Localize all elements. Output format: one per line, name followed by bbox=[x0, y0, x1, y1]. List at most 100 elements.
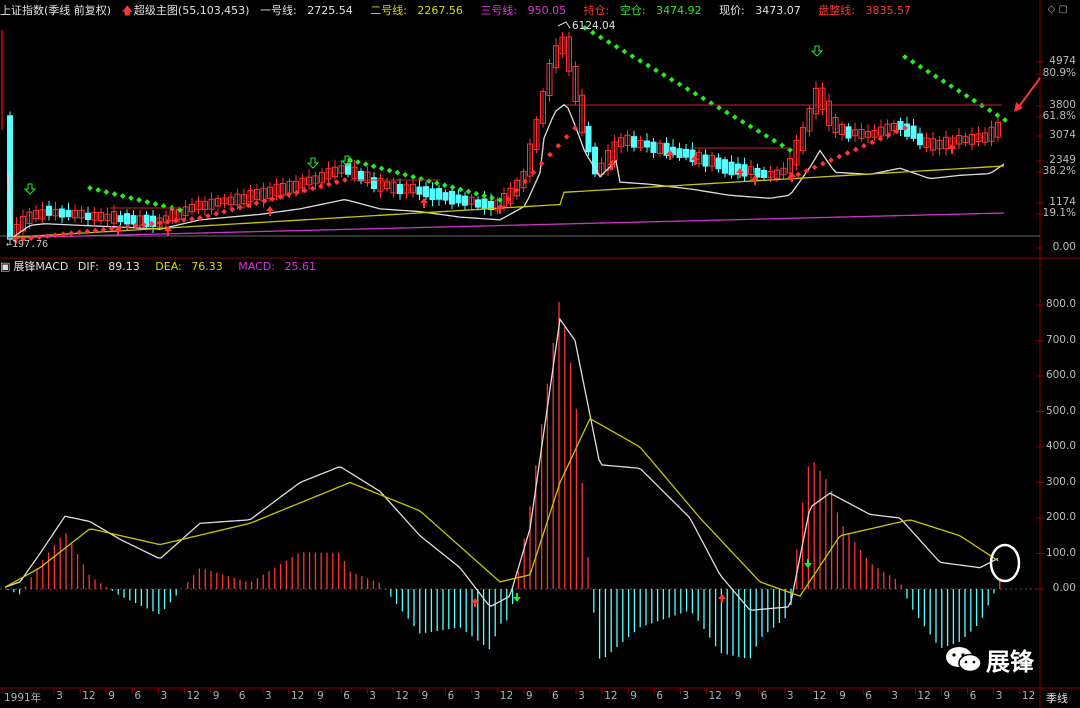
resistance-dot bbox=[779, 142, 785, 149]
candle-body bbox=[130, 215, 137, 225]
macd-y-tick: 500.0 bbox=[1045, 404, 1076, 417]
macd-y-tick: 100.0 bbox=[1045, 546, 1076, 559]
resistance-dot bbox=[144, 199, 151, 205]
low-value: 197.76 bbox=[12, 239, 49, 250]
candle-body bbox=[462, 195, 468, 206]
golden-cross-icon bbox=[513, 593, 521, 602]
x-axis-label: 12 bbox=[499, 690, 514, 702]
resistance-dot bbox=[986, 107, 993, 114]
resistance-dot bbox=[724, 109, 730, 116]
x-axis-label: 12 bbox=[291, 690, 305, 702]
support-dot bbox=[828, 157, 834, 163]
resistance-dot bbox=[426, 178, 432, 184]
resistance-dot bbox=[410, 174, 416, 180]
resistance-dot bbox=[394, 169, 401, 176]
highlight-circle bbox=[989, 543, 1021, 583]
wechat-icon bbox=[946, 647, 982, 673]
resistance-dot bbox=[489, 195, 495, 201]
resistance-dot bbox=[771, 137, 778, 144]
resistance-dot bbox=[763, 133, 770, 139]
macd-header: ▣ 展锋MACD DIF: 89.13 DEA: 76.33 MACD: 25.6… bbox=[0, 259, 1040, 275]
support-dot bbox=[538, 160, 545, 167]
sell-arrow-icon bbox=[810, 45, 824, 57]
x-axis-label: 3 bbox=[891, 690, 898, 702]
candle-body bbox=[741, 164, 748, 177]
candle-body bbox=[59, 208, 65, 218]
candle-body bbox=[481, 198, 488, 209]
macd-y-tick: 300.0 bbox=[1045, 475, 1076, 488]
support-dot bbox=[309, 185, 316, 192]
resistance-dot bbox=[473, 190, 480, 197]
support-dot bbox=[555, 142, 562, 149]
chart-canvas[interactable] bbox=[0, 0, 1080, 708]
resistance-dot bbox=[925, 68, 931, 75]
period-label[interactable]: 季线 bbox=[1046, 690, 1068, 706]
candle-body bbox=[761, 169, 767, 178]
candle-body bbox=[585, 125, 592, 153]
resistance-dot bbox=[402, 171, 409, 178]
support-dot bbox=[221, 208, 227, 215]
resistance-dot bbox=[645, 62, 651, 69]
dea-value: 76.33 bbox=[191, 260, 223, 273]
resistance-dot bbox=[481, 192, 488, 199]
x-axis-label: 6 bbox=[865, 690, 872, 702]
resistance-dot bbox=[386, 167, 393, 174]
candle-body bbox=[475, 199, 481, 208]
support-dot bbox=[68, 230, 75, 237]
candle-body bbox=[436, 188, 442, 200]
death-cross-icon bbox=[718, 594, 726, 603]
support-dot bbox=[237, 204, 244, 211]
main-y-tick: 38.2% bbox=[1042, 165, 1076, 177]
x-axis-label: 6 bbox=[238, 690, 246, 702]
resistance-dot bbox=[994, 112, 1001, 118]
sell-arrow-icon bbox=[23, 183, 37, 195]
macd-name[interactable]: 展锋MACD bbox=[13, 260, 68, 273]
x-axis-label: 6 bbox=[656, 690, 664, 702]
watermark-text: 展锋 bbox=[986, 647, 1034, 676]
resistance-dot bbox=[136, 197, 142, 203]
resistance-dot bbox=[111, 191, 118, 197]
support-dot bbox=[820, 160, 826, 167]
resistance-dot bbox=[128, 195, 134, 201]
resistance-dot bbox=[909, 59, 916, 65]
candle-body bbox=[910, 125, 917, 139]
macd-y-tick: 700.0 bbox=[1045, 333, 1076, 346]
main-y-tick: 80.9% bbox=[1042, 67, 1076, 79]
candle-body bbox=[650, 141, 657, 153]
candle-body bbox=[117, 215, 124, 223]
low-label: ←197.76 bbox=[6, 239, 49, 250]
candle-body bbox=[754, 167, 761, 178]
support-dot bbox=[124, 223, 131, 230]
dif-value: 89.13 bbox=[108, 260, 140, 273]
candle-body bbox=[358, 170, 364, 182]
candle-body bbox=[845, 126, 852, 139]
x-axis-label: 3 bbox=[473, 690, 481, 702]
main-y-tick: 0.00 bbox=[1052, 241, 1076, 253]
macd-y-tick: 200.0 bbox=[1045, 511, 1076, 523]
x-axis-label: 3 bbox=[160, 690, 168, 702]
resistance-dot bbox=[449, 184, 456, 191]
candle-body bbox=[455, 194, 462, 204]
x-axis-label: 9 bbox=[630, 690, 637, 702]
candle-body bbox=[46, 205, 52, 216]
x-axis-label: 3 bbox=[995, 690, 1003, 702]
candle-body bbox=[631, 136, 637, 148]
macd-y-tick: 0.00 bbox=[1052, 582, 1076, 594]
resistance-dot bbox=[956, 88, 962, 94]
dif-label: DIF: bbox=[77, 260, 99, 273]
x-axis-label: 3 bbox=[682, 690, 690, 702]
dea-label: DEA: bbox=[155, 260, 182, 273]
support-dot bbox=[877, 135, 884, 142]
macd-y-tick: 800.0 bbox=[1045, 298, 1076, 310]
resistance-dot bbox=[932, 73, 939, 80]
candle-body bbox=[371, 177, 377, 189]
candle-body bbox=[728, 161, 735, 176]
candle-body bbox=[917, 133, 923, 146]
x-axis-label: 3 bbox=[264, 690, 272, 702]
resistance-dot bbox=[940, 78, 947, 85]
macd-dropdown-icon: ▣ bbox=[0, 260, 11, 273]
support-dot bbox=[318, 183, 324, 190]
support-dot bbox=[547, 151, 553, 158]
resistance-dot bbox=[370, 163, 377, 170]
buy-arrow-icon bbox=[266, 206, 274, 216]
